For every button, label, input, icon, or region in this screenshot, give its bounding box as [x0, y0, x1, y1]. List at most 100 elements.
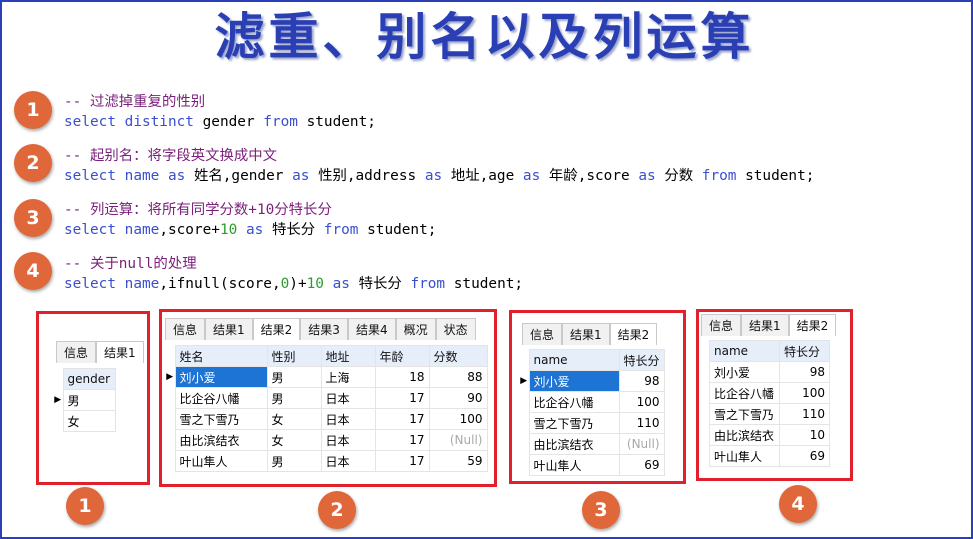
- table-cell[interactable]: 110: [618, 412, 665, 434]
- table-cell[interactable]: 雪之下雪乃: [174, 408, 268, 430]
- tab-result-1[interactable]: 结果1: [96, 341, 144, 363]
- table-cell[interactable]: 100: [618, 391, 665, 413]
- table-cell[interactable]: 叶山隼人: [174, 450, 268, 472]
- table-cell[interactable]: 日本: [320, 408, 376, 430]
- table-cell[interactable]: 98: [779, 361, 830, 383]
- table-cell[interactable]: 女: [62, 410, 116, 432]
- table-cell[interactable]: 女: [266, 429, 322, 451]
- table-row[interactable]: 雪之下雪乃 女 日本 17 100: [165, 408, 488, 430]
- sql-token: 特长分: [349, 276, 411, 292]
- table-cell[interactable]: 比企谷八幡: [528, 391, 620, 413]
- column-header[interactable]: 姓名: [174, 345, 268, 367]
- table-cell[interactable]: 日本: [320, 450, 376, 472]
- table-cell[interactable]: 由比滨结衣: [174, 429, 268, 451]
- table-cell[interactable]: 100: [779, 382, 830, 404]
- table-cell[interactable]: 日本: [320, 429, 376, 451]
- tab-result-2[interactable]: 结果2: [788, 314, 837, 336]
- column-header[interactable]: 特长分: [618, 349, 665, 371]
- table-row[interactable]: 比企谷八幡 100: [709, 382, 830, 404]
- tab-info[interactable]: 信息: [165, 318, 206, 340]
- table-row[interactable]: 比企谷八幡 男 日本 17 90: [165, 387, 488, 409]
- table-row[interactable]: 叶山隼人 69: [519, 454, 665, 476]
- table-cell[interactable]: 雪之下雪乃: [709, 403, 780, 425]
- table-row[interactable]: 叶山隼人 男 日本 17 59: [165, 450, 488, 472]
- sql-statement-4: select name,ifnull(score,0)+10 as 特长分 fr…: [64, 274, 523, 294]
- column-header[interactable]: name: [528, 349, 620, 371]
- tab-result-1[interactable]: 结果1: [741, 314, 789, 336]
- tab-info[interactable]: 信息: [522, 323, 563, 345]
- table-cell[interactable]: 叶山隼人: [709, 445, 780, 467]
- table-cell[interactable]: 男: [266, 366, 322, 388]
- table-cell[interactable]: 男: [266, 450, 322, 472]
- tab-status[interactable]: 状态: [435, 318, 476, 340]
- tab-result-4[interactable]: 结果4: [347, 318, 396, 340]
- column-header[interactable]: 地址: [320, 345, 376, 367]
- table-cell[interactable]: 男: [266, 387, 322, 409]
- row-pointer-icon: ▶: [520, 376, 528, 386]
- table-row[interactable]: ▶ 刘小爱 男 上海 18 88: [165, 366, 488, 388]
- table-cell[interactable]: 比企谷八幡: [174, 387, 268, 409]
- table-cell[interactable]: 男: [62, 389, 116, 411]
- table-cell[interactable]: 日本: [320, 387, 376, 409]
- table-cell[interactable]: 刘小爱: [174, 366, 268, 388]
- table-cell[interactable]: 17: [374, 429, 430, 451]
- table-row[interactable]: 刘小爱 98: [709, 361, 830, 383]
- table-cell[interactable]: 17: [374, 450, 430, 472]
- table-cell[interactable]: 18: [374, 366, 430, 388]
- table-cell[interactable]: 由比滨结衣: [709, 424, 780, 446]
- tab-result-2[interactable]: 结果2: [609, 323, 658, 345]
- result-grid-1: gender ▶ 男 女: [53, 368, 116, 432]
- sql-token: select: [64, 168, 116, 184]
- tab-overview[interactable]: 概况: [395, 318, 436, 340]
- table-cell[interactable]: 叶山隼人: [528, 454, 620, 476]
- table-cell[interactable]: 雪之下雪乃: [528, 412, 620, 434]
- column-header[interactable]: 年龄: [374, 345, 430, 367]
- sql-token: gender: [193, 114, 264, 130]
- table-row[interactable]: 由比滨结衣 10: [709, 424, 830, 446]
- table-cell[interactable]: 17: [374, 387, 430, 409]
- column-header[interactable]: 性别: [266, 345, 322, 367]
- table-cell[interactable]: 刘小爱: [709, 361, 780, 383]
- tab-result-3[interactable]: 结果3: [300, 318, 348, 340]
- table-cell[interactable]: 刘小爱: [528, 370, 620, 392]
- table-row[interactable]: ▶ 刘小爱 98: [519, 370, 665, 392]
- column-header[interactable]: name: [709, 340, 780, 362]
- sql-token: 地址,age: [442, 168, 523, 184]
- table-row[interactable]: 由比滨结衣 (Null): [519, 433, 665, 455]
- table-cell[interactable]: 女: [266, 408, 322, 430]
- column-header[interactable]: 分数: [428, 345, 488, 367]
- table-cell[interactable]: 10: [779, 424, 830, 446]
- null-cell[interactable]: (Null): [428, 429, 488, 451]
- null-cell[interactable]: (Null): [618, 433, 665, 455]
- table-row[interactable]: ▶ 男: [53, 389, 116, 411]
- table-cell[interactable]: 由比滨结衣: [528, 433, 620, 455]
- column-header[interactable]: gender: [62, 368, 116, 390]
- table-cell[interactable]: 69: [779, 445, 830, 467]
- table-cell[interactable]: 88: [428, 366, 488, 388]
- tab-result-1[interactable]: 结果1: [562, 323, 610, 345]
- table-cell[interactable]: 比企谷八幡: [709, 382, 780, 404]
- table-cell[interactable]: 100: [428, 408, 488, 430]
- sql-statement-1: select distinct gender from student;: [64, 112, 376, 132]
- column-header[interactable]: 特长分: [779, 340, 830, 362]
- result-grid-4: name 特长分 刘小爱 98 比企谷八幡 100 雪之下雪乃 110 由比滨结…: [709, 340, 830, 467]
- table-cell[interactable]: 110: [779, 403, 830, 425]
- table-row[interactable]: 由比滨结衣 女 日本 17 (Null): [165, 429, 488, 451]
- table-cell[interactable]: 98: [618, 370, 665, 392]
- table-cell[interactable]: 69: [618, 454, 665, 476]
- tab-info[interactable]: 信息: [56, 341, 97, 363]
- table-cell[interactable]: 上海: [320, 366, 376, 388]
- table-cell[interactable]: 59: [428, 450, 488, 472]
- tab-result-1[interactable]: 结果1: [205, 318, 253, 340]
- table-row[interactable]: 雪之下雪乃 110: [709, 403, 830, 425]
- tab-info[interactable]: 信息: [701, 314, 742, 336]
- table-cell[interactable]: 17: [374, 408, 430, 430]
- table-row[interactable]: 叶山隼人 69: [709, 445, 830, 467]
- table-row[interactable]: 女: [53, 410, 116, 432]
- table-row[interactable]: 雪之下雪乃 110: [519, 412, 665, 434]
- tab-result-2[interactable]: 结果2: [252, 318, 301, 340]
- table-cell[interactable]: 90: [428, 387, 488, 409]
- table-row[interactable]: 比企谷八幡 100: [519, 391, 665, 413]
